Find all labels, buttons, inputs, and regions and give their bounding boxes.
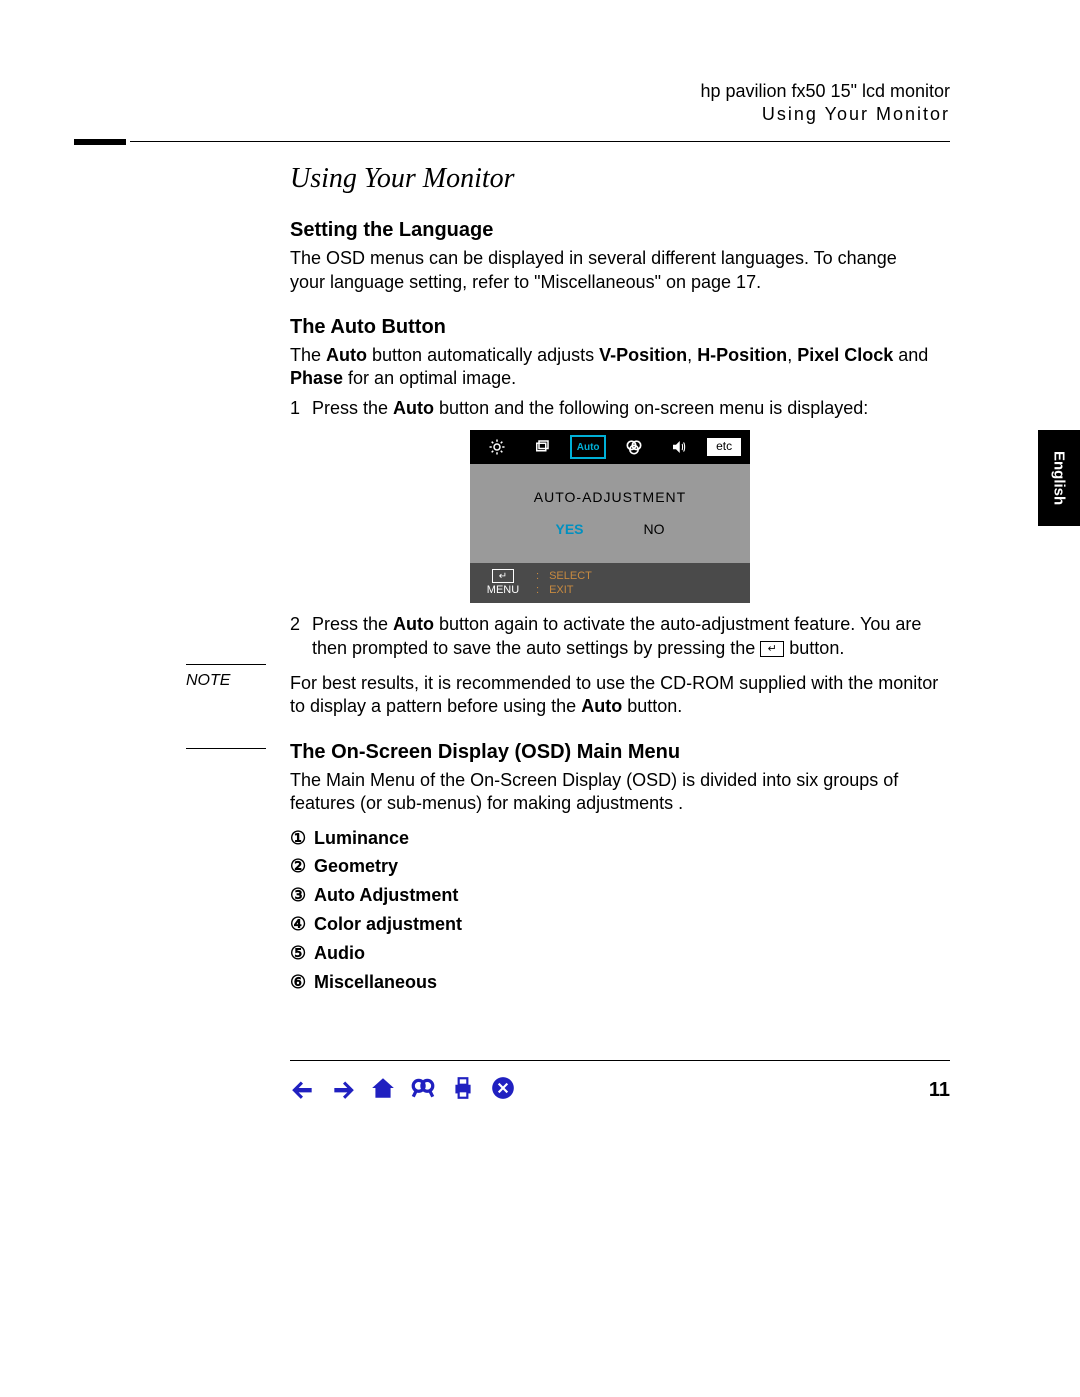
enter-key-icon: ↵ — [480, 569, 526, 584]
brightness-icon — [479, 435, 515, 459]
page-number: 11 — [929, 1079, 950, 1102]
auto-tab: Auto — [570, 435, 606, 459]
t: for an optimal image. — [343, 368, 516, 388]
note-text: For best results, it is recommended to u… — [290, 672, 950, 719]
t: , — [787, 345, 797, 365]
t: and — [893, 345, 928, 365]
header-product: hp pavilion fx50 15" lcd monitor — [130, 80, 950, 103]
close-icon[interactable] — [490, 1075, 516, 1106]
osd-label: AUTO-ADJUSTMENT — [480, 488, 740, 506]
osd-no: NO — [644, 520, 665, 538]
menu-item: ④Color adjustment — [290, 910, 930, 939]
t: button. — [622, 696, 682, 716]
osd-screenshot: Auto etc AUTO-ADJUSTMENT YES NO ↵ — [470, 430, 750, 603]
t: , — [687, 345, 697, 365]
osd-body: AUTO-ADJUSTMENT YES NO — [470, 464, 750, 562]
note-label: NOTE — [186, 672, 290, 719]
t: Press the — [312, 614, 393, 634]
search-icon[interactable] — [410, 1075, 436, 1106]
step-num: 2 — [290, 613, 312, 660]
osd-menu-key: MENU — [480, 583, 526, 597]
note-block: NOTE For best results, it is recommended… — [186, 672, 950, 719]
menu-item: ②Geometry — [290, 852, 930, 881]
osd-footer: ↵ : SELECT MENU : EXIT — [470, 563, 750, 604]
t: H-Position — [697, 345, 787, 365]
footer: 11 — [290, 1060, 950, 1106]
para-osd-main: The Main Menu of the On-Screen Display (… — [290, 769, 930, 816]
t: V-Position — [599, 345, 687, 365]
t: Auto — [393, 398, 434, 418]
osd-yes: YES — [555, 520, 583, 538]
nav-icons — [290, 1075, 516, 1106]
t: Auto — [326, 345, 367, 365]
t: button. — [784, 638, 844, 658]
t: Auto — [393, 614, 434, 634]
osd-tabs: Auto etc — [470, 430, 750, 464]
t: Pixel Clock — [797, 345, 893, 365]
t: button automatically adjusts — [367, 345, 599, 365]
print-icon[interactable] — [450, 1075, 476, 1106]
etc-tab: etc — [707, 438, 741, 456]
subhead-osd-main: The On-Screen Display (OSD) Main Menu — [290, 739, 930, 765]
t: Phase — [290, 368, 343, 388]
page-title: Using Your Monitor — [290, 161, 930, 197]
osd-exit: EXIT — [549, 583, 573, 597]
color-icon — [616, 435, 652, 459]
step-text: Press the Auto button again to activate … — [312, 613, 930, 660]
para-language: The OSD menus can be displayed in severa… — [290, 247, 930, 294]
menu-item: ⑥Miscellaneous — [290, 968, 930, 997]
step-2: 2 Press the Auto button again to activat… — [290, 613, 930, 660]
para-auto-intro: The Auto button automatically adjusts V-… — [290, 344, 930, 391]
geometry-icon — [524, 435, 560, 459]
menu-item: ⑤Audio — [290, 939, 930, 968]
t: The — [290, 345, 326, 365]
subhead-auto: The Auto Button — [290, 314, 930, 340]
t: Press the — [312, 398, 393, 418]
home-icon[interactable] — [370, 1075, 396, 1106]
enter-icon: ↵ — [760, 641, 784, 657]
language-tab: English — [1038, 430, 1080, 526]
step-num: 1 — [290, 397, 312, 420]
step-1: 1 Press the Auto button and the followin… — [290, 397, 930, 420]
audio-icon — [661, 435, 697, 459]
menu-item: ③Auto Adjustment — [290, 881, 930, 910]
menu-item: ①Luminance — [290, 824, 930, 853]
header: hp pavilion fx50 15" lcd monitor Using Y… — [130, 80, 950, 127]
prev-icon[interactable] — [290, 1075, 316, 1106]
osd-select: SELECT — [549, 569, 592, 583]
header-rule — [130, 131, 950, 151]
menu-list: ①Luminance ②Geometry ③Auto Adjustment ④C… — [290, 824, 930, 997]
step-text: Press the Auto button and the following … — [312, 397, 930, 420]
next-icon[interactable] — [330, 1075, 356, 1106]
t: Auto — [581, 696, 622, 716]
header-section: Using Your Monitor — [130, 103, 950, 126]
subhead-language: Setting the Language — [290, 217, 930, 243]
t: button and the following on-screen menu … — [434, 398, 868, 418]
